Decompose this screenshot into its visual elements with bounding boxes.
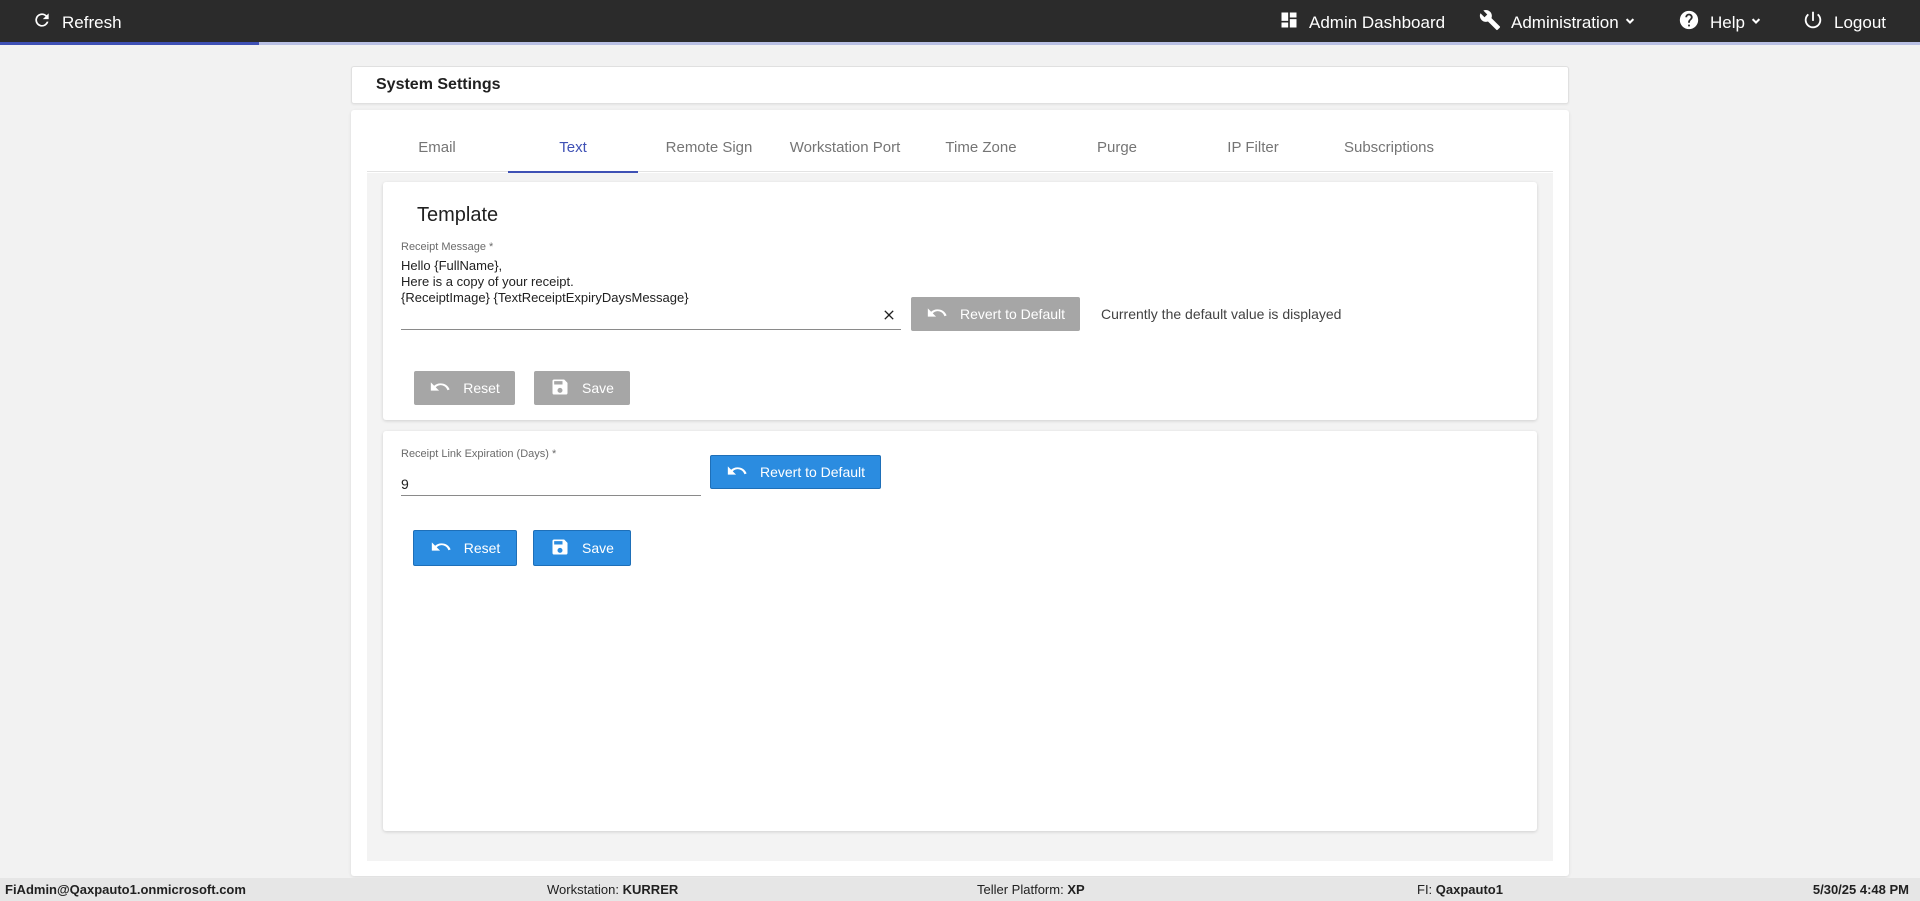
loading-progress-bar — [0, 42, 1920, 45]
admin-dashboard-button[interactable]: Admin Dashboard — [1279, 0, 1445, 45]
save-label: Save — [582, 540, 614, 556]
tab-time-zone[interactable]: Time Zone — [916, 122, 1046, 172]
receipt-message-line: Here is a copy of your receipt. — [401, 274, 574, 289]
save-icon — [550, 537, 582, 560]
undo-icon — [430, 536, 464, 561]
tab-ip-filter[interactable]: IP Filter — [1188, 122, 1318, 172]
footer-user: FiAdmin@Qaxpauto1.onmicrosoft.com — [5, 882, 246, 897]
top-app-bar: Refresh Admin Dashboard Administration H… — [0, 0, 1920, 45]
footer-teller-platform: Teller Platform: XP — [977, 882, 1085, 897]
logout-button[interactable]: Logout — [1802, 0, 1886, 45]
tab-content: Template Receipt Message * Hello {FullNa… — [367, 173, 1553, 861]
tab-remote-sign[interactable]: Remote Sign — [644, 122, 774, 172]
undo-icon — [429, 376, 463, 401]
tab-email[interactable]: Email — [372, 122, 502, 172]
administration-label: Administration — [1511, 12, 1619, 32]
receipt-message-line: Hello {FullName}, — [401, 258, 503, 273]
tab-workstation-port[interactable]: Workstation Port — [780, 122, 910, 172]
save-button[interactable]: Save — [534, 371, 630, 405]
chevron-down-icon — [1749, 13, 1763, 33]
reset-button[interactable]: Reset — [414, 371, 515, 405]
reset-label: Reset — [463, 540, 501, 556]
tab-text[interactable]: Text — [508, 122, 638, 173]
receipt-message-textarea[interactable]: Hello {FullName}, Here is a copy of your… — [401, 258, 901, 330]
save-label: Save — [582, 380, 614, 396]
save-icon — [550, 377, 582, 400]
undo-icon — [926, 302, 960, 327]
tab-purge[interactable]: Purge — [1052, 122, 1182, 172]
refresh-icon — [32, 10, 52, 35]
settings-tabs: Email Text Remote Sign Workstation Port … — [367, 122, 1553, 173]
template-title: Template — [417, 204, 499, 226]
help-icon — [1678, 9, 1700, 36]
revert-to-default-button[interactable]: Revert to Default — [911, 297, 1080, 331]
expiration-days-input[interactable]: 9 — [401, 468, 701, 496]
page-title: System Settings — [351, 66, 1569, 104]
expiration-label: Receipt Link Expiration (Days) * — [401, 448, 557, 460]
receipt-message-label: Receipt Message * — [401, 241, 494, 253]
undo-icon — [726, 460, 760, 485]
receipt-message-line: {ReceiptImage} {TextReceiptExpiryDaysMes… — [401, 290, 689, 305]
logout-label: Logout — [1834, 12, 1886, 32]
reset-button[interactable]: Reset — [413, 530, 517, 566]
chevron-down-icon — [1623, 13, 1637, 33]
default-status-text: Currently the default value is displayed — [1101, 306, 1342, 322]
progress-fill — [0, 42, 260, 45]
expiration-panel: Receipt Link Expiration (Days) * 9 Rever… — [383, 431, 1537, 831]
footer-datetime: 5/30/25 4:48 PM — [1812, 882, 1909, 897]
admin-dashboard-label: Admin Dashboard — [1309, 12, 1446, 32]
dashboard-icon — [1279, 10, 1299, 35]
footer-workstation: Workstation: KURRER — [547, 882, 679, 897]
save-button[interactable]: Save — [533, 530, 631, 566]
revert-label: Revert to Default — [759, 464, 866, 480]
settings-card: Email Text Remote Sign Workstation Port … — [351, 110, 1569, 876]
status-footer: FiAdmin@Qaxpauto1.onmicrosoft.com Workst… — [0, 878, 1920, 901]
footer-fi: FI: Qaxpauto1 — [1417, 882, 1503, 897]
refresh-label: Refresh — [62, 12, 122, 32]
revert-to-default-button[interactable]: Revert to Default — [710, 455, 881, 489]
help-menu[interactable]: Help — [1678, 0, 1763, 45]
wrench-icon — [1479, 9, 1501, 36]
power-icon — [1802, 9, 1824, 36]
administration-menu[interactable]: Administration — [1479, 0, 1637, 45]
tab-subscriptions[interactable]: Subscriptions — [1324, 122, 1454, 172]
help-label: Help — [1710, 12, 1745, 32]
reset-label: Reset — [463, 380, 500, 396]
clear-icon[interactable] — [881, 307, 897, 323]
template-panel: Template Receipt Message * Hello {FullNa… — [383, 182, 1537, 420]
revert-label: Revert to Default — [959, 306, 1066, 322]
refresh-button[interactable]: Refresh — [32, 0, 122, 45]
